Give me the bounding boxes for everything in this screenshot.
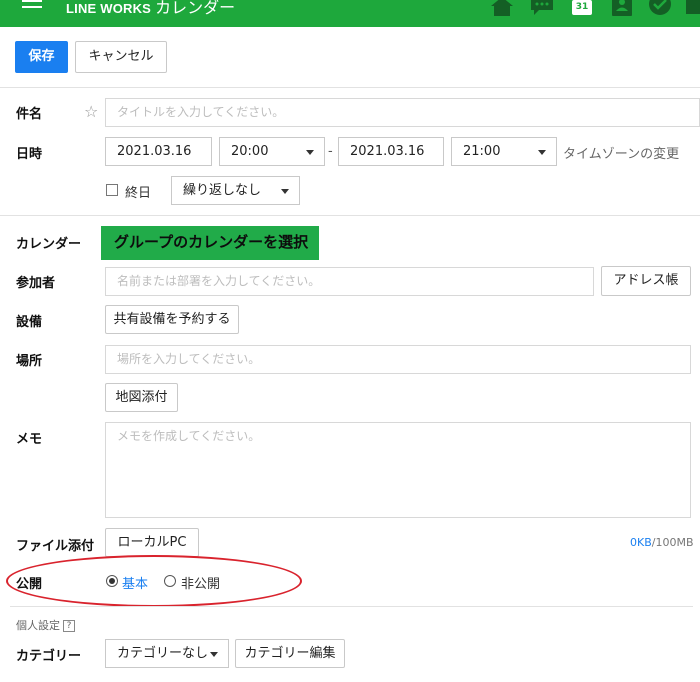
start-date-field[interactable]: 2021.03.16	[105, 137, 212, 166]
category-value: カテゴリーなし	[117, 646, 209, 661]
app-brand: LINE WORKS カレンダー	[66, 0, 235, 18]
attendees-label: 参加者	[16, 276, 56, 291]
memo-textarea[interactable]: メモを作成してください。	[105, 422, 691, 518]
memo-label: メモ	[16, 432, 43, 447]
chevron-down-icon	[538, 150, 546, 155]
storage-usage: 0KB/100MB	[630, 536, 694, 549]
app-title: カレンダー	[155, 0, 236, 17]
check-icon[interactable]	[648, 0, 672, 16]
more-icon[interactable]	[686, 0, 700, 16]
calendar-icon[interactable]: 31	[572, 0, 592, 15]
end-time-select[interactable]: 21:00	[451, 137, 557, 166]
brand-logo: LINE WORKS	[66, 1, 152, 16]
repeat-select[interactable]: 繰り返しなし	[171, 176, 300, 205]
edit-category-button[interactable]: カテゴリー編集	[235, 639, 345, 668]
location-label: 場所	[16, 354, 43, 369]
help-icon[interactable]: ?	[63, 620, 75, 632]
personal-settings-label: 個人設定	[16, 619, 60, 632]
datetime-label: 日時	[16, 147, 43, 162]
storage-limit: /100MB	[651, 536, 694, 549]
cancel-button[interactable]: キャンセル	[75, 41, 167, 73]
divider	[0, 215, 700, 216]
start-time-select[interactable]: 20:00	[219, 137, 325, 166]
end-date-field[interactable]: 2021.03.16	[338, 137, 444, 166]
category-label: カテゴリー	[16, 649, 82, 664]
chevron-down-icon	[210, 652, 218, 657]
divider	[0, 87, 700, 88]
personal-settings-heading: 個人設定?	[16, 617, 75, 633]
all-day-label: 終日	[125, 186, 152, 201]
date-separator: -	[328, 144, 333, 159]
repeat-value: 繰り返しなし	[183, 183, 262, 198]
reserve-facility-button[interactable]: 共有設備を予約する	[105, 305, 239, 334]
top-bar: LINE WORKS カレンダー 31	[0, 0, 700, 27]
all-day-checkbox[interactable]	[106, 184, 118, 196]
divider	[10, 606, 693, 607]
attendees-input[interactable]: 名前または部署を入力してください。	[105, 267, 594, 296]
subject-label: 件名	[16, 107, 43, 122]
contacts-icon[interactable]	[611, 0, 633, 16]
calendar-label: カレンダー	[16, 237, 82, 252]
category-select[interactable]: カテゴリーなし	[105, 639, 229, 668]
timezone-link[interactable]: タイムゾーンの変更	[563, 143, 679, 162]
storage-used: 0KB	[630, 536, 652, 549]
start-time-value: 20:00	[231, 144, 269, 159]
chat-icon[interactable]	[530, 0, 554, 16]
facility-label: 設備	[16, 315, 43, 330]
hamburger-menu-icon[interactable]	[22, 0, 42, 14]
address-book-button[interactable]: アドレス帳	[601, 266, 691, 296]
chevron-down-icon	[281, 189, 289, 194]
subject-input[interactable]: タイトルを入力してください。	[105, 98, 700, 127]
calendar-overlay-text: グループのカレンダーを選択	[114, 233, 309, 251]
attachment-label: ファイル添付	[16, 539, 95, 554]
local-pc-button[interactable]: ローカルPC	[105, 528, 199, 557]
chevron-down-icon	[306, 150, 314, 155]
home-icon[interactable]	[489, 0, 515, 16]
location-input[interactable]: 場所を入力してください。	[105, 345, 691, 374]
star-icon[interactable]: ☆	[84, 102, 98, 121]
save-button[interactable]: 保存	[15, 41, 68, 73]
attach-map-button[interactable]: 地図添付	[105, 383, 178, 412]
annotation-ellipse	[6, 555, 302, 607]
end-time-value: 21:00	[463, 144, 501, 159]
